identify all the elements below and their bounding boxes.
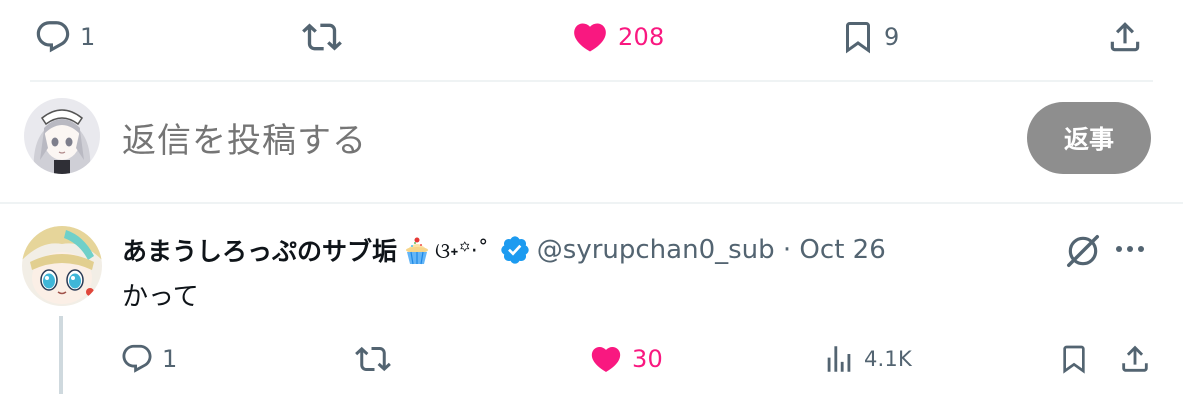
reply-input[interactable] (122, 118, 982, 164)
more-icon-dot (1127, 246, 1133, 252)
more-button[interactable] (1116, 246, 1144, 252)
reply-button[interactable]: 1 (34, 0, 95, 74)
reply-count: 1 (80, 23, 96, 51)
heart-filled-icon (574, 23, 606, 52)
retweet-icon (355, 346, 391, 372)
heart-filled-icon (591, 346, 621, 372)
avatar[interactable] (24, 98, 100, 174)
bookmark-count: 9 (884, 23, 900, 51)
main-post-action-bar: 1 208 9 (0, 0, 1183, 74)
retweet-button[interactable] (300, 0, 352, 74)
reply-icon (122, 344, 152, 373)
like-count: 30 (632, 345, 663, 373)
reply-submit-button[interactable]: 返事 (1027, 102, 1151, 174)
more-icon-dot (1138, 246, 1144, 252)
views-button[interactable]: 4.1K (822, 324, 912, 394)
views-icon (827, 346, 851, 372)
like-button[interactable]: 208 (570, 0, 664, 74)
share-button[interactable] (1118, 324, 1152, 394)
reply-tweet-action-bar: 1 30 4.1K (0, 324, 1183, 394)
cupcake-emoji-icon (401, 234, 433, 266)
tweet-header: あまうしろっぷのサブ垢 ଓ˖꙳·˚ @syrupchan0_sub · Oct … (122, 230, 886, 270)
grok-icon (1067, 235, 1099, 267)
verified-badge-icon (499, 234, 531, 266)
reply-icon (36, 21, 70, 53)
reply-button[interactable]: 1 (120, 324, 177, 394)
reply-count: 1 (162, 345, 178, 373)
tweet-text: かって (122, 282, 199, 312)
bookmark-icon (1063, 345, 1085, 374)
display-name[interactable]: あまうしろっぷのサブ垢 (122, 232, 397, 268)
views-count: 4.1K (864, 347, 912, 371)
share-icon (1122, 345, 1148, 372)
retweet-icon (302, 23, 342, 51)
retweet-button[interactable] (354, 324, 392, 394)
share-button[interactable] (1106, 0, 1144, 74)
bookmark-button[interactable] (1058, 324, 1090, 394)
bookmark-icon (846, 22, 870, 54)
kaomoji: ଓ˖꙳·˚ (435, 239, 489, 264)
like-button[interactable]: 30 (588, 324, 663, 394)
more-icon (1116, 246, 1122, 252)
like-count: 208 (618, 23, 665, 51)
bookmark-button[interactable]: 9 (840, 0, 899, 74)
handle-and-date[interactable]: @syrupchan0_sub · Oct 26 (537, 235, 886, 265)
avatar[interactable] (22, 226, 102, 306)
reply-composer: 返事 (0, 82, 1183, 202)
share-icon (1110, 22, 1140, 52)
reply-tweet[interactable]: あまうしろっぷのサブ垢 ଓ˖꙳·˚ @syrupchan0_sub · Oct … (0, 204, 1183, 394)
grok-button[interactable] (1064, 232, 1102, 274)
